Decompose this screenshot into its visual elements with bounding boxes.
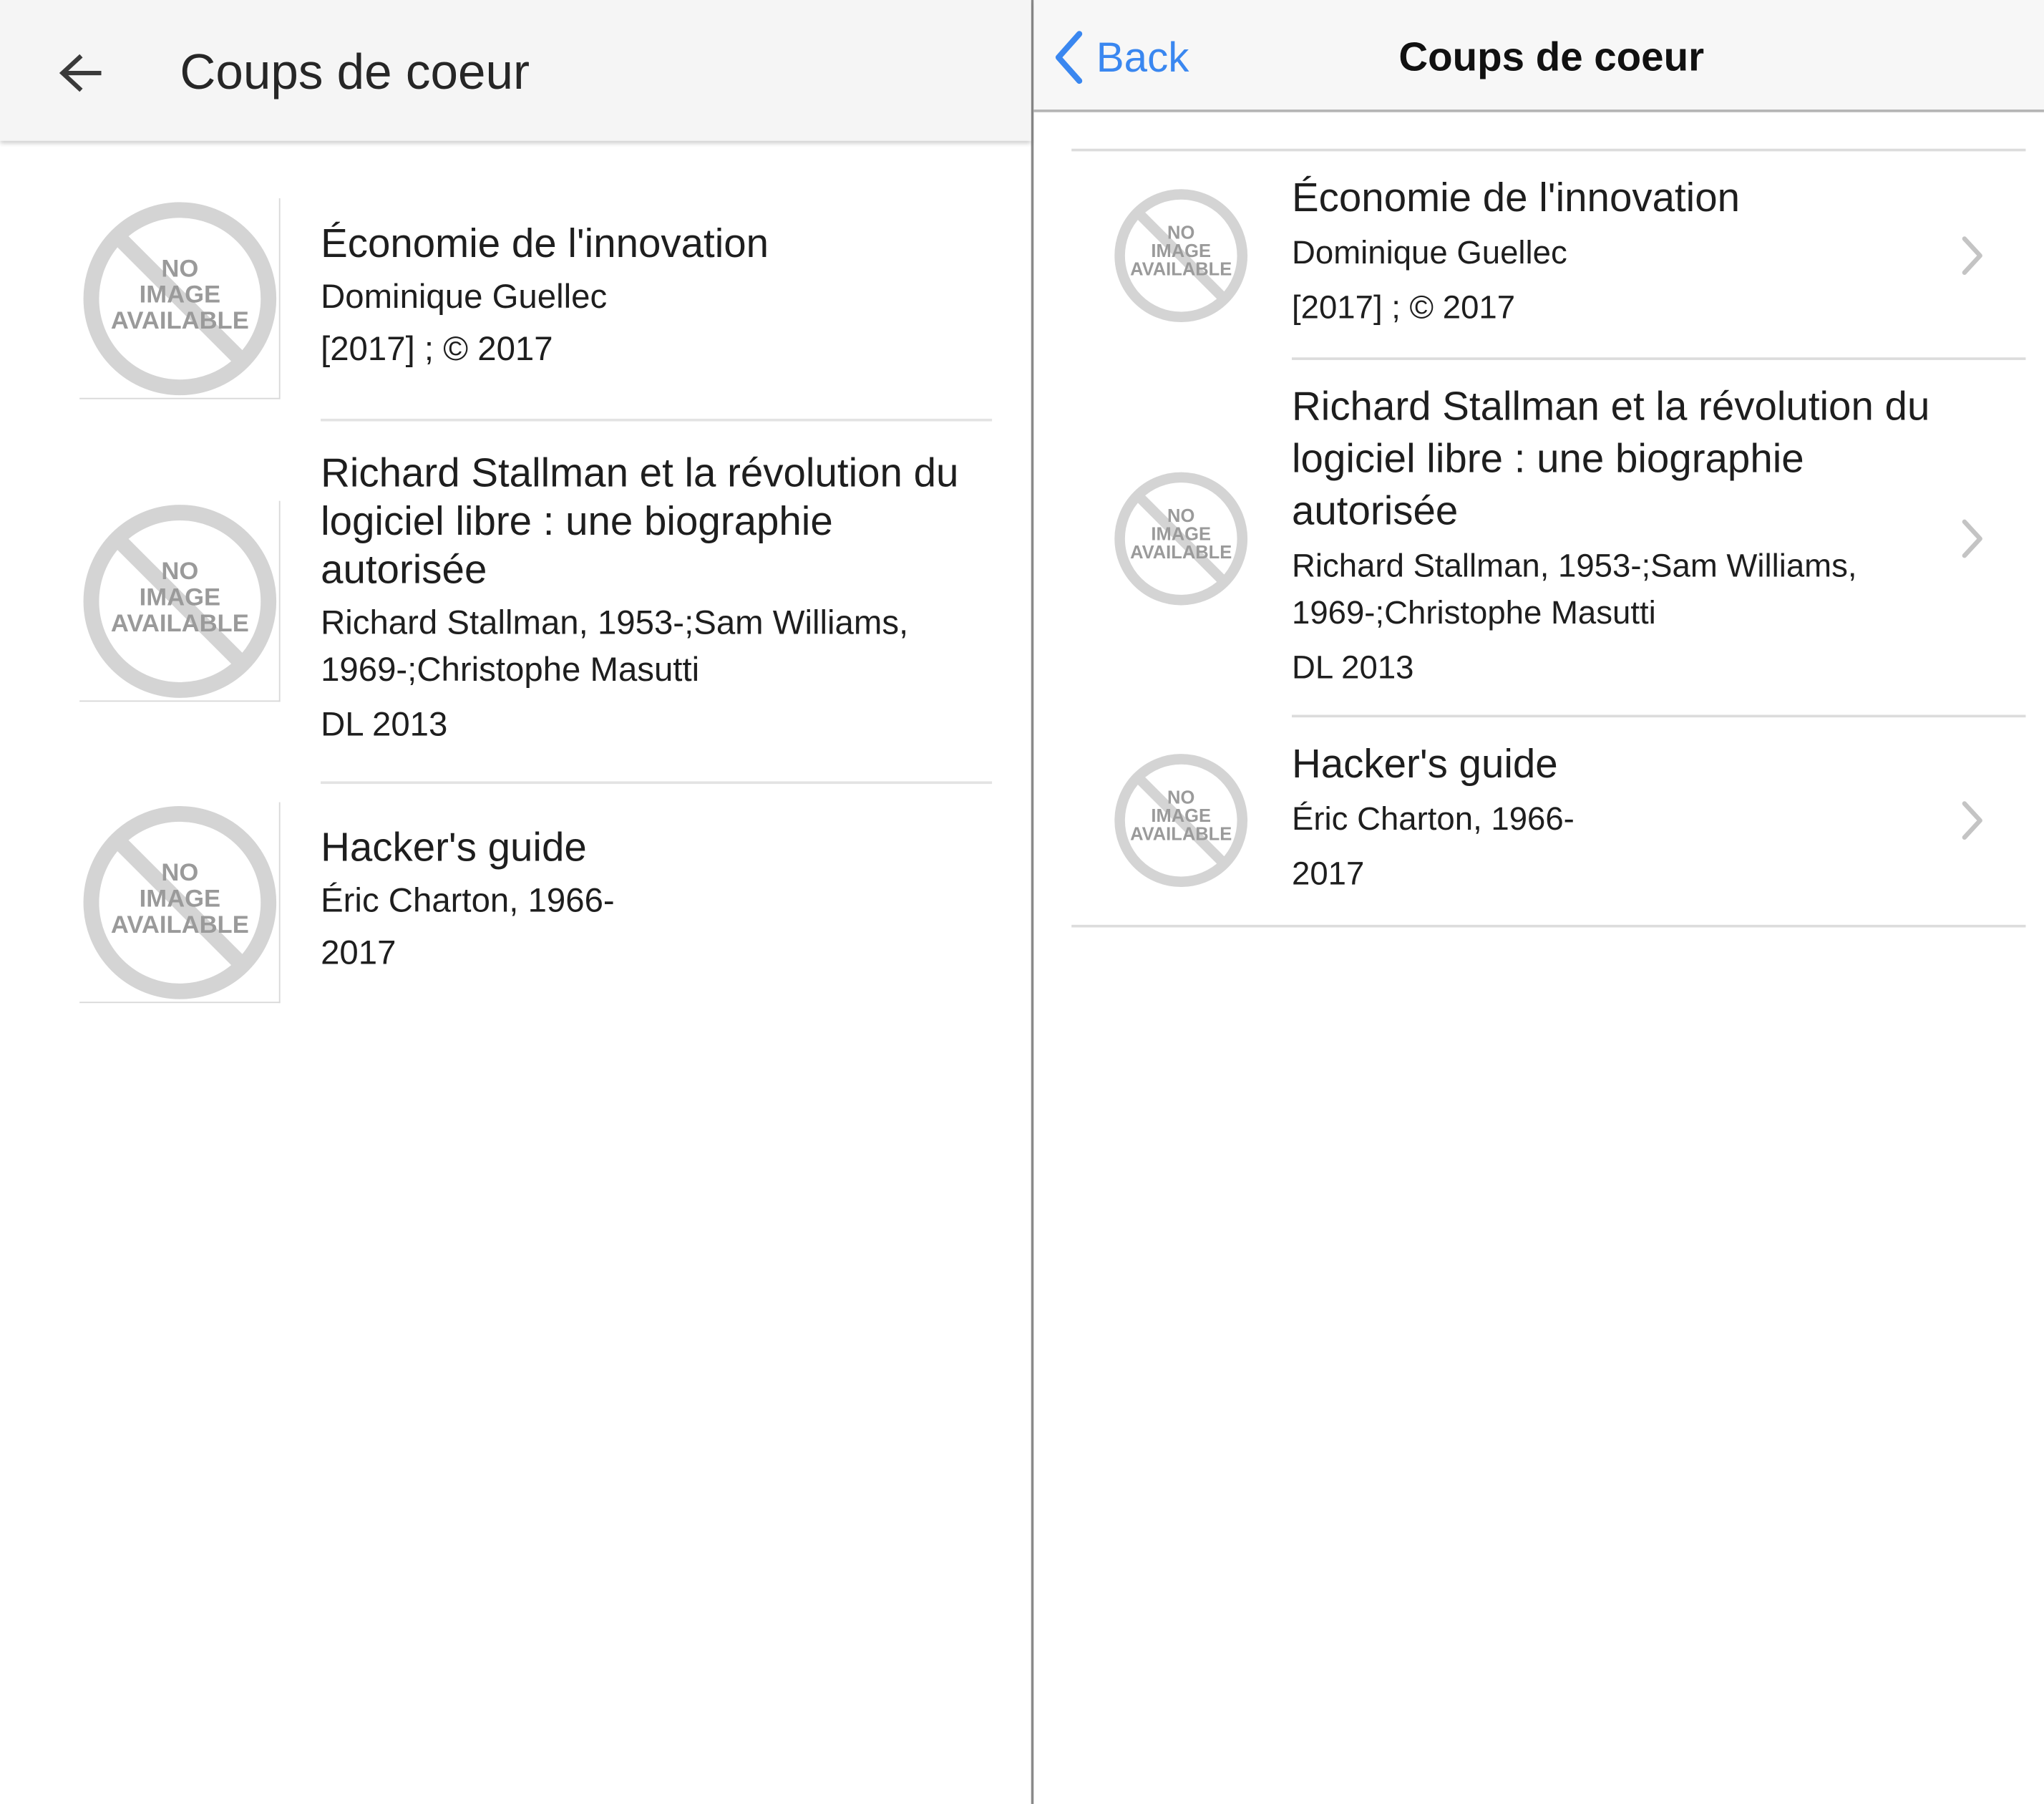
no-image-placeholder-icon: NO IMAGE AVAILABLE <box>1112 752 1250 890</box>
list-item[interactable]: NO IMAGE AVAILABLE Richard Stallman et l… <box>0 444 1031 780</box>
placeholder-text: AVAILABLE <box>111 911 249 939</box>
divider <box>321 781 993 785</box>
item-title: Économie de l'innovation <box>1292 175 1741 220</box>
list-item[interactable]: NO IMAGE AVAILABLE Hacker's guide Éric C… <box>0 802 1031 1012</box>
placeholder-text: IMAGE <box>1151 241 1211 261</box>
chevron-right-icon <box>1962 801 1982 840</box>
list-item[interactable]: NO IMAGE AVAILABLE Économie de l'innovat… <box>0 198 1031 420</box>
no-image-placeholder-icon: NO IMAGE AVAILABLE <box>79 198 281 399</box>
back-label: Back <box>1096 34 1189 81</box>
placeholder-text: AVAILABLE <box>111 610 249 637</box>
list-item[interactable]: NO IMAGE AVAILABLE Économie de l'innovat… <box>1033 151 2044 357</box>
item-text: Richard Stallman et la révolution du log… <box>1292 381 1930 692</box>
item-title: Hacker's guide <box>1292 740 1558 787</box>
item-author: 1969-;Christophe Masutti <box>321 649 700 689</box>
item-text: Économie de l'innovation Dominique Guell… <box>321 219 973 372</box>
item-text: Hacker's guide Éric Charton, 1966- 2017 <box>321 823 973 976</box>
item-text: Hacker's guide Éric Charton, 1966- 2017 <box>1292 738 1944 897</box>
chevron-left-icon <box>1055 31 1083 84</box>
chevron-right-icon <box>1962 519 1982 558</box>
no-image-placeholder-icon: NO IMAGE AVAILABLE <box>1112 187 1250 325</box>
placeholder-text: AVAILABLE <box>111 307 249 334</box>
item-title: Richard Stallman et la révolution du log… <box>321 450 959 593</box>
placeholder-text: IMAGE <box>140 885 220 912</box>
item-title: Économie de l'innovation <box>321 220 769 266</box>
divider <box>1071 924 2026 928</box>
divider <box>321 418 993 422</box>
ios-nav-bar: Back Coups de coeur <box>1033 0 2044 112</box>
item-author: 1969-;Christophe Masutti <box>1292 594 1656 631</box>
android-app-bar: Coups de coeur <box>0 0 1031 141</box>
item-date: DL 2013 <box>321 704 448 744</box>
placeholder-text: IMAGE <box>1151 524 1211 544</box>
placeholder-text: NO <box>161 558 198 585</box>
back-button[interactable]: Back <box>1049 26 1189 88</box>
item-date: 2017 <box>1292 855 1365 893</box>
item-date: [2017] ; © 2017 <box>321 329 553 368</box>
placeholder-text: IMAGE <box>1151 806 1211 826</box>
item-title: Hacker's guide <box>321 824 587 871</box>
item-text: Économie de l'innovation Dominique Guell… <box>1292 173 1944 331</box>
placeholder-text: NO <box>1167 223 1194 243</box>
screen: Coups de coeur NO IMAGE AVAILABLE Économ… <box>0 0 2044 1804</box>
placeholder-text: NO <box>161 255 198 282</box>
ios-panel: Back Coups de coeur NO IMAGE AVAILABLE É… <box>1033 0 2044 1804</box>
placeholder-text: NO <box>1167 506 1194 526</box>
item-author: Éric Charton, 1966- <box>321 880 615 920</box>
list-item[interactable]: NO IMAGE AVAILABLE Hacker's guide Éric C… <box>1033 717 2044 925</box>
item-date: 2017 <box>321 932 396 972</box>
item-author: Dominique Guellec <box>321 276 608 316</box>
list-item[interactable]: NO IMAGE AVAILABLE Richard Stallman et l… <box>1033 360 2044 715</box>
no-image-placeholder-icon: NO IMAGE AVAILABLE <box>79 802 281 1004</box>
page-title: Coups de coeur <box>180 45 530 101</box>
placeholder-text: IMAGE <box>140 583 220 611</box>
no-image-placeholder-icon: NO IMAGE AVAILABLE <box>1112 470 1250 608</box>
item-date: [2017] ; © 2017 <box>1292 289 1516 326</box>
page-title: Coups de coeur <box>1398 34 1705 80</box>
android-panel: Coups de coeur NO IMAGE AVAILABLE Économ… <box>0 0 1031 1804</box>
no-image-placeholder-icon: NO IMAGE AVAILABLE <box>79 500 281 702</box>
placeholder-text: IMAGE <box>140 281 220 309</box>
item-date: DL 2013 <box>1292 649 1414 687</box>
placeholder-text: NO <box>1167 787 1194 808</box>
item-author: Dominique Guellec <box>1292 234 1567 271</box>
chevron-right-icon <box>1962 236 1982 276</box>
back-arrow-icon[interactable] <box>54 47 107 100</box>
item-author: Richard Stallman, 1953-;Sam Williams, <box>321 602 909 642</box>
placeholder-text: AVAILABLE <box>1130 259 1232 279</box>
placeholder-text: AVAILABLE <box>1130 543 1232 563</box>
item-title: Richard Stallman et la révolution du log… <box>1292 383 1930 534</box>
placeholder-text: NO <box>161 859 198 886</box>
item-text: Richard Stallman et la révolution du log… <box>321 449 986 747</box>
item-author: Richard Stallman, 1953-;Sam Williams, <box>1292 548 1857 585</box>
placeholder-text: AVAILABLE <box>1130 824 1232 844</box>
item-author: Éric Charton, 1966- <box>1292 800 1575 838</box>
